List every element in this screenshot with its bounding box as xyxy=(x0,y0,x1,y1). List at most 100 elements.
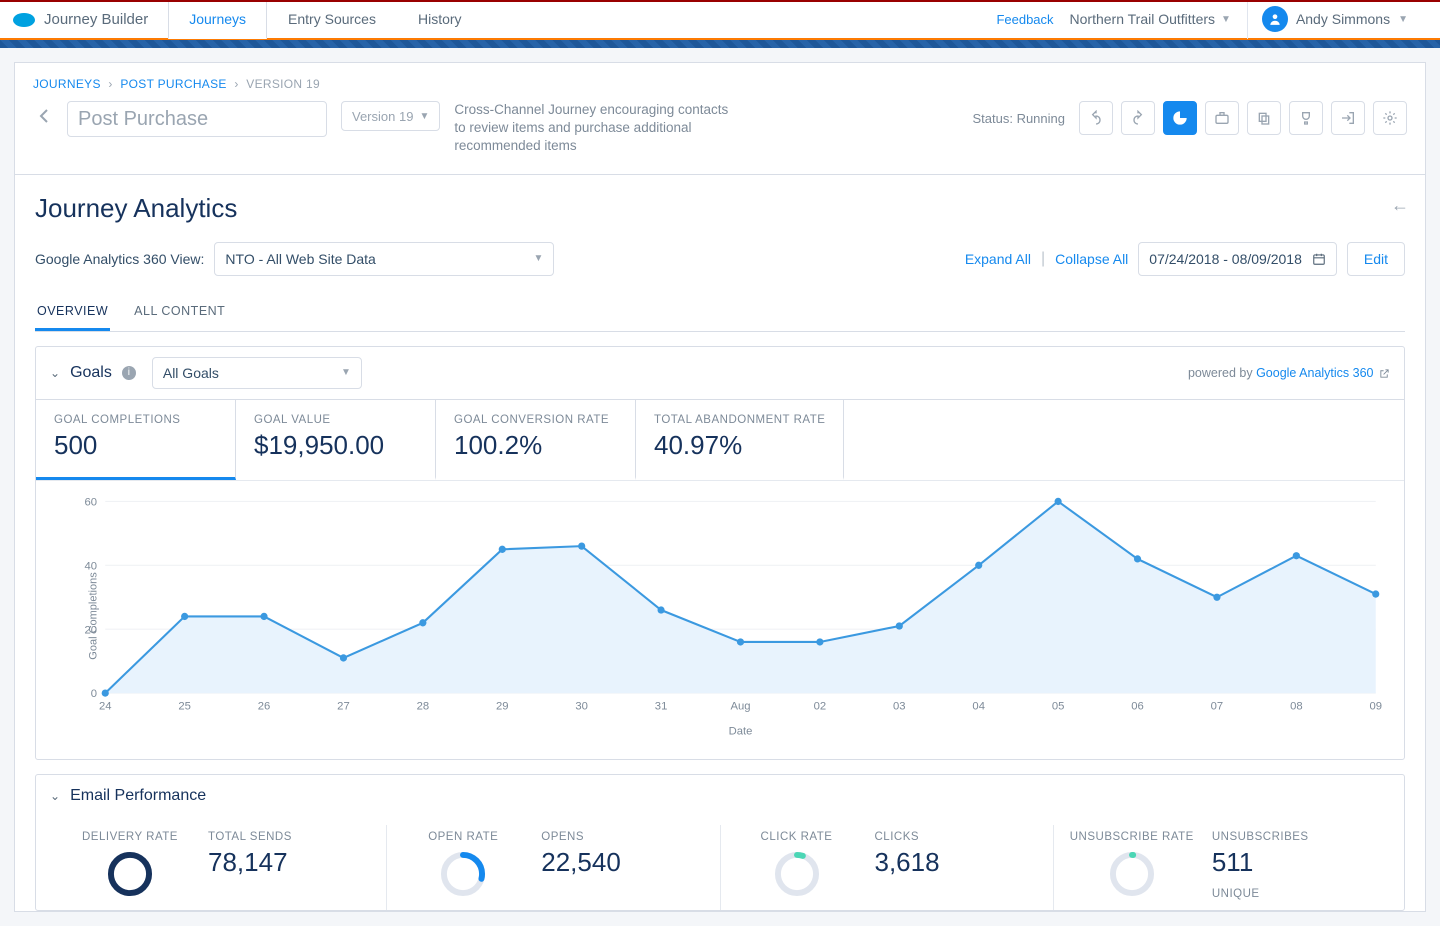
person-icon xyxy=(1268,12,1282,26)
collapse-all-link[interactable]: Collapse All xyxy=(1055,251,1128,267)
num-value: 3,618 xyxy=(875,847,940,878)
exit-icon xyxy=(1340,110,1356,126)
metric-value: 500 xyxy=(54,430,217,461)
app-name: Journey Builder xyxy=(44,11,148,28)
gauge-block: CLICK RATE xyxy=(737,831,857,904)
num-block: TOTAL SENDS 78,147 xyxy=(208,831,292,878)
test-button[interactable] xyxy=(1205,101,1239,135)
trophy-icon xyxy=(1298,110,1314,126)
back-button[interactable] xyxy=(33,101,53,131)
email-performance-card: ⌄ Email Performance DELIVERY RATE TOTAL … xyxy=(35,774,1405,911)
settings-button[interactable] xyxy=(1373,101,1407,135)
org-switcher[interactable]: Northern Trail Outfitters ▼ xyxy=(1070,11,1231,27)
gauge-label: OPEN RATE xyxy=(403,831,523,843)
user-name: Andy Simmons xyxy=(1296,11,1390,27)
calendar-icon xyxy=(1312,252,1326,266)
analytics-subtabs: OVERVIEW ALL CONTENT xyxy=(35,294,1405,332)
ga-view-select[interactable]: NTO - All Web Site Data ▼ xyxy=(214,242,554,276)
svg-text:31: 31 xyxy=(655,700,668,712)
metric-value: 100.2% xyxy=(454,430,617,461)
avatar xyxy=(1262,6,1288,32)
date-range-picker[interactable]: 07/24/2018 - 08/09/2018 xyxy=(1138,242,1337,276)
svg-text:07: 07 xyxy=(1211,700,1224,712)
chevron-down-icon[interactable]: ⌄ xyxy=(50,366,60,380)
svg-text:0: 0 xyxy=(91,688,97,700)
num-value: 22,540 xyxy=(541,847,621,878)
nav-tab-journeys[interactable]: Journeys xyxy=(168,0,267,39)
svg-text:24: 24 xyxy=(99,700,112,712)
briefcase-icon xyxy=(1214,110,1230,126)
metric-tab-conversion-rate[interactable]: GOAL CONVERSION RATE 100.2% xyxy=(436,400,636,480)
metric-label: GOAL VALUE xyxy=(254,414,417,426)
svg-text:40: 40 xyxy=(84,560,97,572)
version-selector[interactable]: Version 19 ▼ xyxy=(341,101,440,131)
nav-tabs: Journeys Entry Sources History xyxy=(168,0,482,38)
breadcrumb-post-purchase[interactable]: POST PURCHASE xyxy=(120,77,226,91)
analytics-button[interactable] xyxy=(1163,101,1197,135)
num-label: UNIQUE xyxy=(1212,888,1309,900)
metric-label: GOAL CONVERSION RATE xyxy=(454,414,617,426)
metric-tab-goal-completions[interactable]: GOAL COMPLETIONS 500 xyxy=(36,400,236,480)
svg-text:26: 26 xyxy=(258,700,271,712)
chevron-left-icon xyxy=(39,109,48,123)
breadcrumb-version: VERSION 19 xyxy=(246,77,320,91)
user-menu[interactable]: Andy Simmons ▼ xyxy=(1247,0,1422,39)
metric-value: 40.97% xyxy=(654,430,825,461)
analytics-panel: ← Journey Analytics Google Analytics 360… xyxy=(14,174,1426,912)
metric-tab-goal-value[interactable]: GOAL VALUE $19,950.00 xyxy=(236,400,436,480)
redo-icon xyxy=(1130,110,1146,126)
svg-text:02: 02 xyxy=(814,700,827,712)
svg-text:30: 30 xyxy=(575,700,588,712)
external-link-icon xyxy=(1379,368,1390,379)
svg-text:Date: Date xyxy=(729,725,753,737)
chevron-down-icon: ▼ xyxy=(1398,14,1408,25)
num-block: CLICKS 3,618 xyxy=(875,831,940,878)
num-value: 511 xyxy=(1212,847,1309,878)
info-icon[interactable]: i xyxy=(122,366,136,380)
goal-button[interactable] xyxy=(1289,101,1323,135)
chevron-down-icon: ▼ xyxy=(1221,14,1231,25)
nav-tab-entry-sources[interactable]: Entry Sources xyxy=(267,0,397,38)
gauge-icon xyxy=(755,849,839,899)
subtab-overview[interactable]: OVERVIEW xyxy=(35,294,110,331)
undo-button[interactable] xyxy=(1079,101,1113,135)
num-label: CLICKS xyxy=(875,831,940,843)
line-chart-svg: 02040602425262728293031Aug02030405060708… xyxy=(54,491,1386,741)
svg-text:06: 06 xyxy=(1131,700,1144,712)
email-title: Email Performance xyxy=(70,787,206,805)
svg-text:03: 03 xyxy=(893,700,906,712)
chevron-down-icon: ▼ xyxy=(419,111,429,122)
chevron-down-icon[interactable]: ⌄ xyxy=(50,789,60,803)
expand-all-link[interactable]: Expand All xyxy=(965,251,1031,267)
gauge-block: DELIVERY RATE xyxy=(70,831,190,904)
edit-button[interactable]: Edit xyxy=(1347,242,1405,276)
copy-icon xyxy=(1256,110,1272,126)
copy-button[interactable] xyxy=(1247,101,1281,135)
svg-text:25: 25 xyxy=(178,700,191,712)
breadcrumb-journeys[interactable]: JOURNEYS xyxy=(33,77,101,91)
redo-button[interactable] xyxy=(1121,101,1155,135)
journey-name-input[interactable] xyxy=(67,101,327,137)
exit-button[interactable] xyxy=(1331,101,1365,135)
journey-description: Cross-Channel Journey encouraging contac… xyxy=(454,101,734,156)
goals-card: ⌄ Goals i All Goals ▼ powered by Google … xyxy=(35,346,1405,760)
nav-tab-history[interactable]: History xyxy=(397,0,483,38)
org-name: Northern Trail Outfitters xyxy=(1070,11,1216,27)
num-value: 78,147 xyxy=(208,847,292,878)
status: Status: Running xyxy=(972,111,1065,126)
chevron-down-icon: ▼ xyxy=(341,367,351,378)
svg-text:27: 27 xyxy=(337,700,350,712)
powered-by: powered by Google Analytics 360 xyxy=(1188,366,1390,380)
pie-chart-icon xyxy=(1172,110,1188,126)
breadcrumb: JOURNEYS › POST PURCHASE › VERSION 19 xyxy=(33,77,1407,91)
collapse-analytics-button[interactable]: ← xyxy=(1391,195,1409,216)
top-nav: Journey Builder Journeys Entry Sources H… xyxy=(0,0,1440,40)
num-block: UNSUBSCRIBES 511 UNIQUE xyxy=(1212,831,1309,900)
ga360-link[interactable]: Google Analytics 360 xyxy=(1256,366,1373,380)
gear-icon xyxy=(1382,110,1398,126)
feedback-link[interactable]: Feedback xyxy=(996,12,1053,27)
goals-select[interactable]: All Goals ▼ xyxy=(152,357,362,389)
svg-text:08: 08 xyxy=(1290,700,1303,712)
metric-tab-abandonment-rate[interactable]: TOTAL ABANDONMENT RATE 40.97% xyxy=(636,400,844,480)
subtab-all-content[interactable]: ALL CONTENT xyxy=(132,294,227,331)
